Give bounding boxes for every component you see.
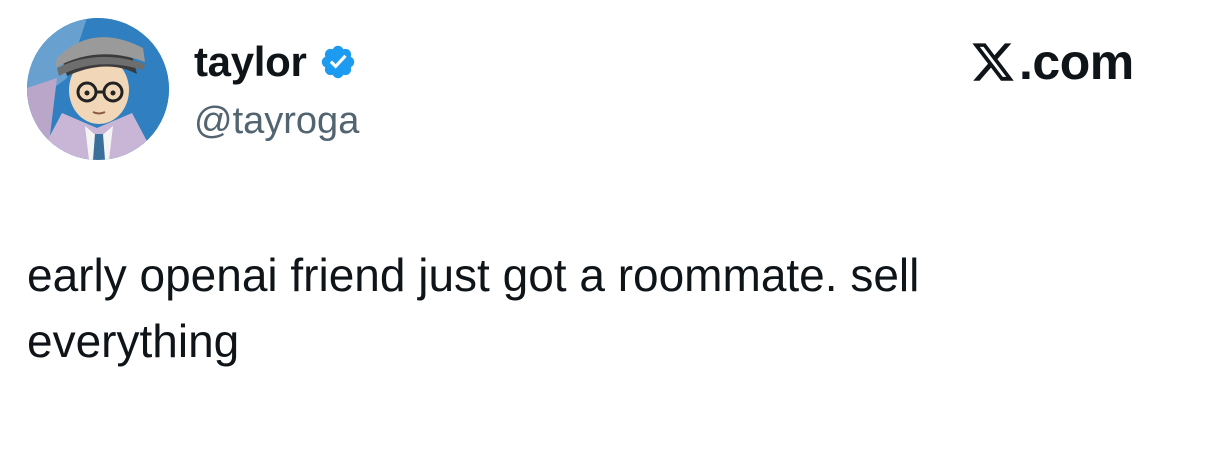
brand-suffix: .com — [1019, 34, 1134, 90]
verified-badge-icon — [319, 43, 357, 81]
author-handle[interactable]: @tayroga — [194, 96, 359, 146]
brand-mark: .com — [968, 32, 1134, 92]
x-logo-icon — [968, 39, 1018, 85]
tweet-card: taylor @tayroga .com early openai friend… — [0, 0, 1206, 451]
avatar-illustration — [27, 18, 169, 160]
tweet-text: early openai friend just got a roommate.… — [27, 249, 920, 367]
avatar[interactable] — [27, 18, 169, 160]
author-name-row: taylor — [194, 34, 357, 90]
author-display-name[interactable]: taylor — [194, 34, 307, 90]
